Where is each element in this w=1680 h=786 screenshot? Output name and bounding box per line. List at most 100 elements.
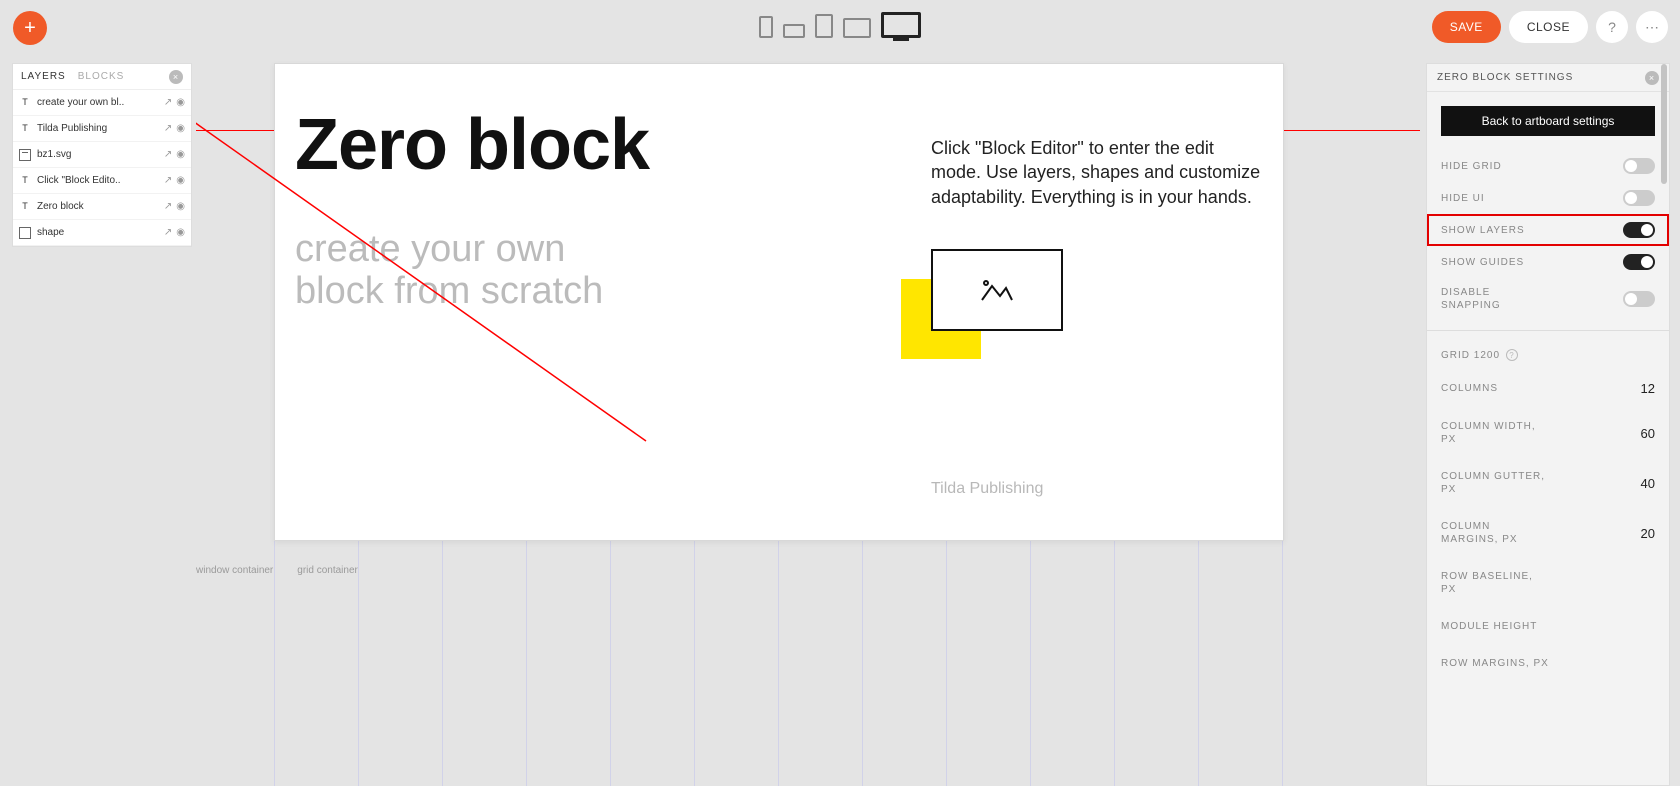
field-module-height: MODULE HEIGHT (1427, 608, 1669, 645)
device-phone-landscape[interactable] (783, 24, 805, 38)
text-layer-icon (19, 123, 31, 135)
top-toolbar: + SAVE CLOSE ? ⋯ (0, 0, 1680, 56)
toggle-label: SHOW LAYERS (1441, 224, 1525, 237)
device-tablet-portrait[interactable] (815, 14, 833, 38)
field-value[interactable]: 20 (1641, 526, 1655, 541)
grid-section-label: GRID 1200 (1441, 350, 1500, 361)
canvas[interactable]: Zero block create your own block from sc… (196, 63, 1420, 786)
artboard-subheading[interactable]: create your own block from scratch (295, 229, 603, 313)
settings-panel: ZERO BLOCK SETTINGS × Back to artboard s… (1426, 63, 1670, 786)
visibility-icon[interactable]: ◉ (176, 175, 185, 186)
field-value[interactable]: 60 (1641, 426, 1655, 441)
layer-row[interactable]: shape ↗ ◉ (13, 220, 191, 246)
device-tablet-landscape[interactable] (843, 18, 871, 38)
shape-layer-icon (19, 227, 31, 239)
unlock-icon[interactable]: ↗ (164, 227, 172, 238)
toggle-show-guides: SHOW GUIDES (1427, 246, 1669, 278)
toggle-label: HIDE GRID (1441, 160, 1502, 173)
field-row-baseline: ROW BASELINE, PX (1427, 558, 1669, 608)
artboard-footer-text[interactable]: Tilda Publishing (931, 480, 1043, 498)
field-label: ROW BASELINE, PX (1441, 570, 1551, 596)
field-label: ROW MARGINS, PX (1441, 657, 1549, 670)
layer-row[interactable]: Click "Block Edito.. ↗ ◉ (13, 168, 191, 194)
section-divider (1427, 330, 1669, 331)
field-value[interactable]: 12 (1641, 381, 1655, 396)
field-label: MODULE HEIGHT (1441, 620, 1537, 633)
toggle-switch[interactable] (1623, 291, 1655, 307)
text-layer-icon (19, 175, 31, 187)
visibility-icon[interactable]: ◉ (176, 97, 185, 108)
artboard[interactable]: Zero block create your own block from sc… (274, 63, 1284, 541)
layer-row[interactable]: bz1.svg ↗ ◉ (13, 142, 191, 168)
unlock-icon[interactable]: ↗ (164, 97, 172, 108)
layer-name: Tilda Publishing (37, 123, 164, 134)
toggle-switch[interactable] (1623, 158, 1655, 174)
tab-blocks[interactable]: BLOCKS (78, 71, 125, 82)
settings-panel-title-text: ZERO BLOCK SETTINGS (1437, 72, 1573, 83)
visibility-icon[interactable]: ◉ (176, 201, 185, 212)
toggle-hide-grid: HIDE GRID (1427, 150, 1669, 182)
panel-scrollbar[interactable] (1661, 64, 1667, 184)
device-preview-switch (759, 12, 921, 38)
toggle-switch[interactable] (1623, 254, 1655, 270)
device-phone-portrait[interactable] (759, 16, 773, 38)
layers-panel-tabs: LAYERS BLOCKS × (13, 64, 191, 90)
device-desktop[interactable] (881, 12, 921, 38)
settings-panel-title: ZERO BLOCK SETTINGS × (1427, 64, 1669, 92)
visibility-icon[interactable]: ◉ (176, 149, 185, 160)
toggle-hide-ui: HIDE UI (1427, 182, 1669, 214)
help-icon[interactable]: ? (1506, 349, 1518, 361)
field-column-margins: COLUMN MARGINS, PX 20 (1427, 508, 1669, 558)
unlock-icon[interactable]: ↗ (164, 201, 172, 212)
unlock-icon[interactable]: ↗ (164, 149, 172, 160)
artboard-heading[interactable]: Zero block (295, 104, 649, 186)
field-label: COLUMNS (1441, 382, 1498, 395)
toggle-label: SHOW GUIDES (1441, 256, 1524, 269)
layers-panel-close[interactable]: × (169, 70, 183, 84)
tab-layers[interactable]: LAYERS (21, 71, 66, 82)
toggle-label: HIDE UI (1441, 192, 1485, 205)
field-column-gutter: COLUMN GUTTER, PX 40 (1427, 458, 1669, 508)
toggle-show-layers: SHOW LAYERS (1427, 214, 1669, 246)
subheading-line: block from scratch (295, 270, 603, 312)
field-column-width: COLUMN WIDTH, PX 60 (1427, 408, 1669, 458)
visibility-icon[interactable]: ◉ (176, 227, 185, 238)
grid-section-header: GRID 1200 ? (1427, 341, 1669, 369)
toggle-disable-snapping: DISABLE SNAPPING (1427, 278, 1669, 320)
field-value[interactable]: 40 (1641, 476, 1655, 491)
save-button[interactable]: SAVE (1432, 11, 1501, 43)
settings-panel-close[interactable]: × (1645, 71, 1659, 85)
layer-row[interactable]: create your own bl.. ↗◉ (13, 90, 191, 116)
field-row-margins: ROW MARGINS, PX (1427, 645, 1669, 682)
more-menu-button[interactable]: ⋯ (1636, 11, 1668, 43)
toggle-switch[interactable] (1623, 222, 1655, 238)
unlock-icon[interactable]: ↗ (164, 123, 172, 134)
canvas-container-labels: window container grid container (196, 565, 358, 576)
layer-row[interactable]: Zero block ↗ ◉ (13, 194, 191, 220)
artboard-description[interactable]: Click "Block Editor" to enter the edit m… (931, 136, 1261, 209)
subheading-line: create your own (295, 228, 565, 270)
field-label: COLUMN WIDTH, PX (1441, 420, 1551, 446)
window-container-label: window container (196, 565, 273, 576)
field-columns: COLUMNS 12 (1427, 369, 1669, 408)
layer-name: Zero block (37, 201, 164, 212)
layer-name: shape (37, 227, 164, 238)
back-to-artboard-button[interactable]: Back to artboard settings (1441, 106, 1655, 136)
help-button[interactable]: ? (1596, 11, 1628, 43)
top-right-actions: SAVE CLOSE ? ⋯ (1432, 11, 1668, 43)
image-placeholder[interactable] (931, 249, 1063, 331)
text-layer-icon (19, 201, 31, 213)
layer-row[interactable]: Tilda Publishing ↗ ◉ (13, 116, 191, 142)
toggle-switch[interactable] (1623, 190, 1655, 206)
field-label: COLUMN MARGINS, PX (1441, 520, 1551, 546)
toggle-label: DISABLE SNAPPING (1441, 286, 1551, 312)
unlock-icon[interactable]: ↗ (164, 175, 172, 186)
add-element-button[interactable]: + (13, 11, 47, 45)
layer-name: bz1.svg (37, 149, 164, 160)
image-placeholder-icon (980, 278, 1014, 302)
visibility-icon[interactable]: ◉ (176, 123, 185, 134)
close-button[interactable]: CLOSE (1509, 11, 1588, 43)
grid-container-label: grid container (297, 565, 358, 576)
image-layer-icon (19, 149, 31, 161)
layer-name: Click "Block Edito.. (37, 175, 164, 186)
